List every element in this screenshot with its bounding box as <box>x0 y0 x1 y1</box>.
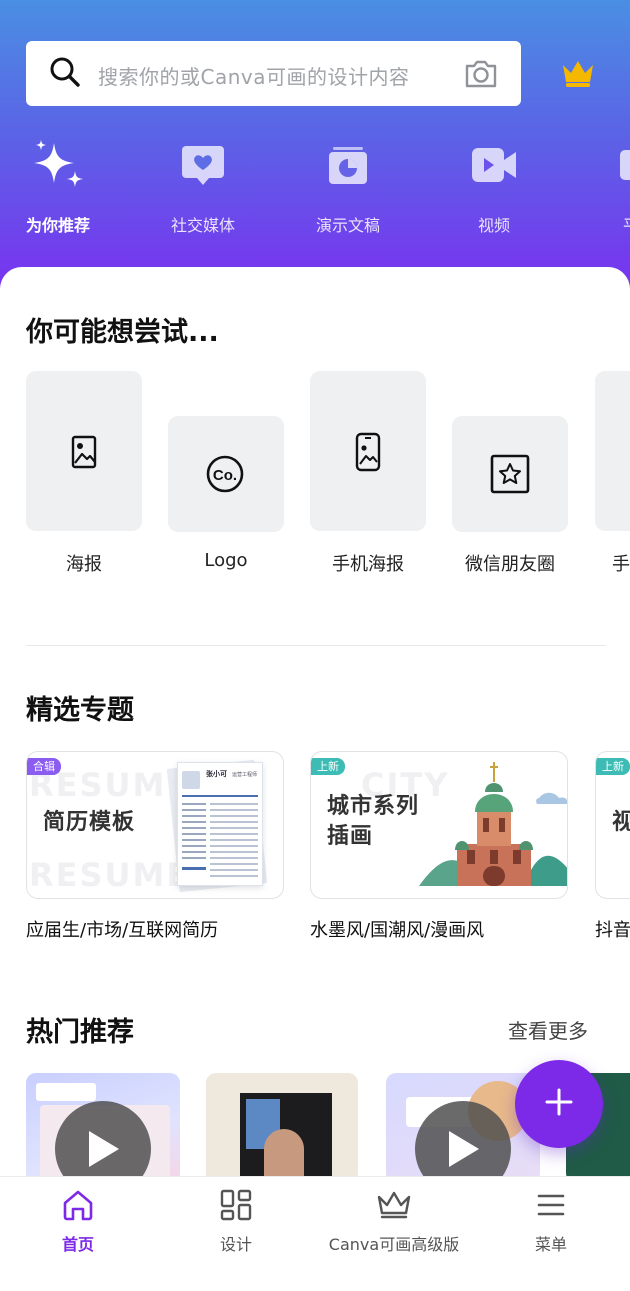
card-tag: 上新 <box>596 758 630 775</box>
featured-card-city[interactable]: CITY 上新 城市系列 插画 <box>310 751 568 899</box>
try-item-label: Logo <box>204 550 248 571</box>
search-bar[interactable]: 搜索你的或Canva可画的设计内容 <box>26 41 521 106</box>
crown-icon[interactable] <box>560 57 596 93</box>
poster-icon <box>71 435 97 473</box>
tab-pro[interactable]: Canva可画高级版 <box>318 1187 470 1255</box>
category-label: 演示文稿 <box>315 216 380 235</box>
presentation-icon <box>293 130 403 200</box>
try-item-label: 手 <box>612 554 630 575</box>
card-subtitle: 抖音 <box>595 920 630 941</box>
featured-card-resume[interactable]: RESUME RESUME 合辑 简历模板 张小可 运营工程师 <box>26 751 284 899</box>
try-item-partial[interactable] <box>595 371 630 531</box>
tab-label: 菜单 <box>534 1235 567 1254</box>
svg-text:Co.: Co. <box>213 467 237 484</box>
card-title: 简历模板 <box>43 810 136 835</box>
tab-home[interactable]: 首页 <box>38 1187 118 1255</box>
phone-poster-icon <box>355 432 381 476</box>
section-divider <box>26 645 606 646</box>
plus-icon <box>544 1087 574 1121</box>
sparkle-icon <box>3 130 113 200</box>
category-video[interactable]: 视频 <box>439 130 549 236</box>
bottom-tab-bar: 首页 设计 Canva可画高级版 菜单 <box>0 1176 630 1291</box>
sticker-decoration <box>36 1083 96 1101</box>
card-title-line2: 插画 <box>327 824 374 849</box>
card-title-line1: 城市系列 <box>327 794 420 819</box>
category-social[interactable]: 社交媒体 <box>148 130 258 236</box>
search-icon <box>48 55 82 93</box>
star-frame-icon <box>490 454 530 498</box>
card-bg-word: RESUME <box>29 856 191 894</box>
video-icon <box>439 130 549 200</box>
photo-person <box>264 1129 304 1183</box>
try-item-label: 手机海报 <box>332 554 404 575</box>
menu-icon <box>511 1187 591 1223</box>
create-design-button[interactable] <box>515 1060 603 1148</box>
tab-label: 首页 <box>61 1235 94 1254</box>
tab-design[interactable]: 设计 <box>196 1187 276 1255</box>
featured-section-title: 精选专题 <box>26 695 134 726</box>
home-icon <box>38 1187 118 1223</box>
category-bar: 为你推荐 社交媒体 演示文稿 视频 平面 <box>0 130 630 240</box>
try-item-label: 微信朋友圈 <box>465 554 555 575</box>
card-tag: 合辑 <box>27 758 61 775</box>
resume-role: 运营工程师 <box>232 772 258 778</box>
see-more-link[interactable]: 查看更多 <box>508 1015 588 1044</box>
crown-outline-icon <box>318 1187 470 1223</box>
resume-name: 张小可 <box>206 770 227 778</box>
header-gradient: 搜索你的或Canva可画的设计内容 为你推荐 社交媒体 演示文稿 视频 <box>0 0 630 300</box>
category-label: 为你推荐 <box>25 216 90 235</box>
camera-icon[interactable] <box>463 56 499 94</box>
try-item-label: 海报 <box>66 554 102 575</box>
hot-section-title: 热门推荐 <box>26 1017 134 1048</box>
category-label: 平面 <box>584 212 630 236</box>
grid-icon <box>196 1187 276 1223</box>
card-title: 视 <box>612 808 630 838</box>
try-section-title: 你可能想尝试... <box>26 317 219 348</box>
search-input[interactable]: 搜索你的或Canva可画的设计内容 <box>98 61 458 90</box>
category-label: 社交媒体 <box>170 216 235 235</box>
category-presentation[interactable]: 演示文稿 <box>293 130 403 236</box>
category-print[interactable]: 平面 <box>584 130 630 236</box>
category-for-you[interactable]: 为你推荐 <box>3 130 113 236</box>
hot-video-thumb-2[interactable] <box>206 1073 358 1183</box>
card-subtitle: 水墨风/国潮风/漫画风 <box>310 920 485 941</box>
category-label: 视频 <box>477 216 510 235</box>
card-subtitle: 应届生/市场/互联网简历 <box>26 920 219 941</box>
print-icon <box>584 130 630 200</box>
featured-card-partial[interactable]: 上新 视 <box>595 751 630 899</box>
logo-co-icon: Co. <box>205 454 245 498</box>
tab-menu[interactable]: 菜单 <box>511 1187 591 1255</box>
cathedral-illustration <box>419 758 567 898</box>
tab-label: Canva可画高级版 <box>328 1235 460 1254</box>
resume-preview: 张小可 运营工程师 <box>177 762 263 886</box>
card-tag: 上新 <box>311 758 345 775</box>
tab-label: 设计 <box>219 1235 252 1254</box>
heart-chat-icon <box>148 130 258 200</box>
